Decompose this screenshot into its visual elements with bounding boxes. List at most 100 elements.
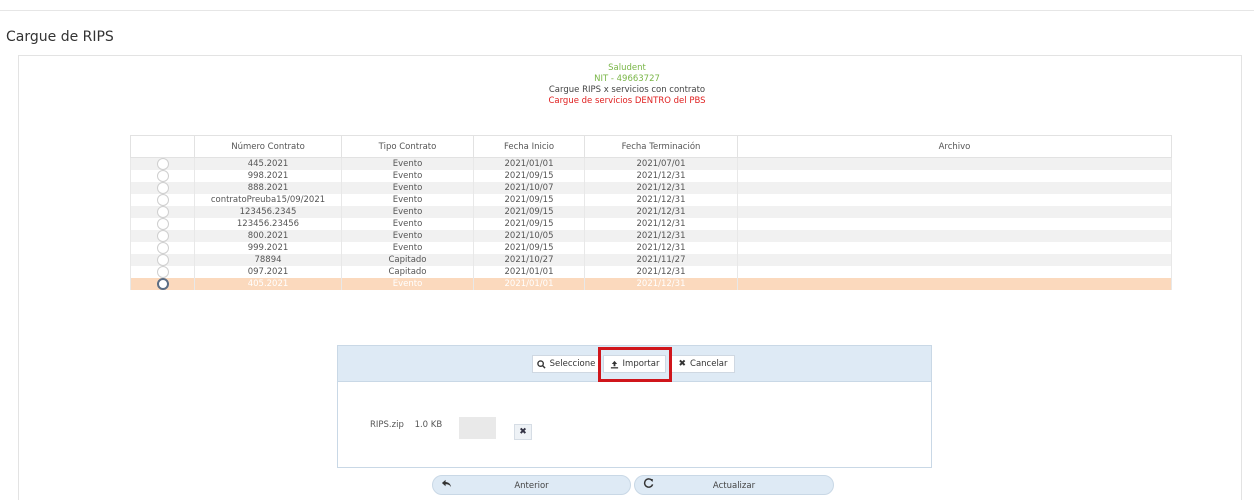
row-radio[interactable] <box>156 158 169 170</box>
row-radio[interactable] <box>156 182 169 194</box>
cell-inicio: 2021/09/15 <box>473 170 585 182</box>
col-numero-contrato[interactable]: Número Contrato <box>194 135 342 158</box>
cell-tipo: Capitado <box>341 254 474 266</box>
cell-tipo: Evento <box>341 278 474 290</box>
seleccione-label: Seleccione <box>549 359 596 369</box>
cell-fin: 2021/12/31 <box>584 170 738 182</box>
company-name: Saludent <box>608 63 646 73</box>
cancelar-label: Cancelar <box>690 359 728 369</box>
actualizar-label: Actualizar <box>712 481 756 491</box>
table-row[interactable]: 800.2021 Evento 2021/10/05 2021/12/31 <box>130 230 1172 242</box>
cell-contrato: 405.2021 <box>194 278 342 290</box>
table-row[interactable]: 097.2021 Capitado 2021/01/01 2021/12/31 <box>130 266 1172 278</box>
row-radio[interactable] <box>156 170 169 182</box>
col-fecha-inicio[interactable]: Fecha Inicio <box>473 135 585 158</box>
selected-file-row: RIPS.zip 1.0 KB <box>370 420 442 430</box>
cell-inicio: 2021/10/07 <box>473 182 585 194</box>
cell-inicio: 2021/01/01 <box>473 266 585 278</box>
table-row[interactable]: 123456.2345 Evento 2021/09/15 2021/12/31 <box>130 206 1172 218</box>
close-icon: ✖ <box>678 359 687 369</box>
company-nit: NIT - 49663727 <box>594 74 660 84</box>
search-icon <box>536 359 546 369</box>
pbs-notice: Cargue de servicios DENTRO del PBS <box>548 96 706 106</box>
cell-contrato: 123456.23456 <box>194 218 342 230</box>
cell-tipo: Evento <box>341 170 474 182</box>
table-row[interactable]: 78894 Capitado 2021/10/27 2021/11/27 <box>130 254 1172 266</box>
cell-archivo <box>737 206 1172 218</box>
actualizar-button[interactable]: Actualizar <box>634 475 834 495</box>
cell-tipo: Evento <box>341 206 474 218</box>
cell-tipo: Evento <box>341 194 474 206</box>
cell-inicio: 2021/10/27 <box>473 254 585 266</box>
table-header-row: Número Contrato Tipo Contrato Fecha Inic… <box>130 135 1172 158</box>
cell-archivo <box>737 242 1172 254</box>
file-size: 1.0 KB <box>414 420 443 430</box>
col-archivo[interactable]: Archivo <box>737 135 1172 158</box>
cell-archivo <box>737 254 1172 266</box>
cell-archivo <box>737 194 1172 206</box>
row-radio[interactable] <box>156 206 169 218</box>
table-row[interactable]: 123456.23456 Evento 2021/09/15 2021/12/3… <box>130 218 1172 230</box>
cell-contrato: 123456.2345 <box>194 206 342 218</box>
cell-contrato: 78894 <box>194 254 342 266</box>
cell-archivo <box>737 266 1172 278</box>
cell-inicio: 2021/09/15 <box>473 242 585 254</box>
cell-contrato: 888.2021 <box>194 182 342 194</box>
cell-contrato: 998.2021 <box>194 170 342 182</box>
cell-tipo: Capitado <box>341 266 474 278</box>
contract-header: Saludent NIT - 49663727 Cargue RIPS x se… <box>0 63 1254 107</box>
close-icon: ✖ <box>519 427 527 437</box>
cell-archivo <box>737 230 1172 242</box>
table-row[interactable]: 445.2021 Evento 2021/01/01 2021/07/01 <box>130 157 1172 170</box>
importar-highlight-box <box>598 347 672 382</box>
cell-contrato: 999.2021 <box>194 242 342 254</box>
file-preview-thumbnail <box>459 417 496 439</box>
cell-tipo: Evento <box>341 242 474 254</box>
table-row[interactable]: 998.2021 Evento 2021/09/15 2021/12/31 <box>130 170 1172 182</box>
anterior-label: Anterior <box>514 481 549 491</box>
cell-inicio: 2021/09/15 <box>473 194 585 206</box>
cell-fin: 2021/12/31 <box>584 242 738 254</box>
table-row-selected[interactable]: 405.2021 Evento 2021/01/01 2021/12/31 <box>130 278 1172 290</box>
col-fecha-terminacion[interactable]: Fecha Terminación <box>584 135 738 158</box>
contracts-table: Número Contrato Tipo Contrato Fecha Inic… <box>130 135 1172 290</box>
row-radio[interactable] <box>156 194 169 206</box>
cell-contrato: 445.2021 <box>194 157 342 170</box>
cell-inicio: 2021/01/01 <box>473 278 585 290</box>
row-radio[interactable] <box>156 230 169 242</box>
cell-archivo <box>737 170 1172 182</box>
table-row[interactable]: 888.2021 Evento 2021/10/07 2021/12/31 <box>130 182 1172 194</box>
table-row[interactable]: 999.2021 Evento 2021/09/15 2021/12/31 <box>130 242 1172 254</box>
cell-tipo: Evento <box>341 230 474 242</box>
page-title: Cargue de RIPS <box>6 29 114 45</box>
cell-inicio: 2021/09/15 <box>473 218 585 230</box>
cell-archivo <box>737 182 1172 194</box>
remove-file-button[interactable]: ✖ <box>514 424 532 440</box>
cell-inicio: 2021/01/01 <box>473 157 585 170</box>
file-name: RIPS.zip <box>370 420 404 430</box>
cell-inicio: 2021/09/15 <box>473 206 585 218</box>
cell-fin: 2021/12/31 <box>584 230 738 242</box>
cell-tipo: Evento <box>341 182 474 194</box>
cell-fin: 2021/12/31 <box>584 182 738 194</box>
cell-fin: 2021/12/31 <box>584 278 738 290</box>
anterior-button[interactable]: Anterior <box>432 475 631 495</box>
col-select <box>130 135 195 158</box>
seleccione-button[interactable]: Seleccione <box>532 355 600 373</box>
row-radio[interactable] <box>156 254 169 266</box>
cell-contrato: 097.2021 <box>194 266 342 278</box>
row-radio[interactable] <box>156 242 169 254</box>
cell-fin: 2021/12/31 <box>584 194 738 206</box>
cell-archivo <box>737 218 1172 230</box>
row-radio[interactable] <box>156 218 169 230</box>
table-row[interactable]: contratoPreuba15/09/2021 Evento 2021/09/… <box>130 194 1172 206</box>
row-radio[interactable] <box>156 266 169 278</box>
top-divider <box>0 10 1254 11</box>
row-radio-checked[interactable] <box>156 278 169 290</box>
cell-tipo: Evento <box>341 218 474 230</box>
cell-tipo: Evento <box>341 157 474 170</box>
file-upload-panel: Seleccione Importar ✖ Cancelar RIPS.zip … <box>337 345 932 468</box>
cancelar-button[interactable]: ✖ Cancelar <box>671 355 735 373</box>
cell-fin: 2021/12/31 <box>584 266 738 278</box>
col-tipo-contrato[interactable]: Tipo Contrato <box>341 135 474 158</box>
